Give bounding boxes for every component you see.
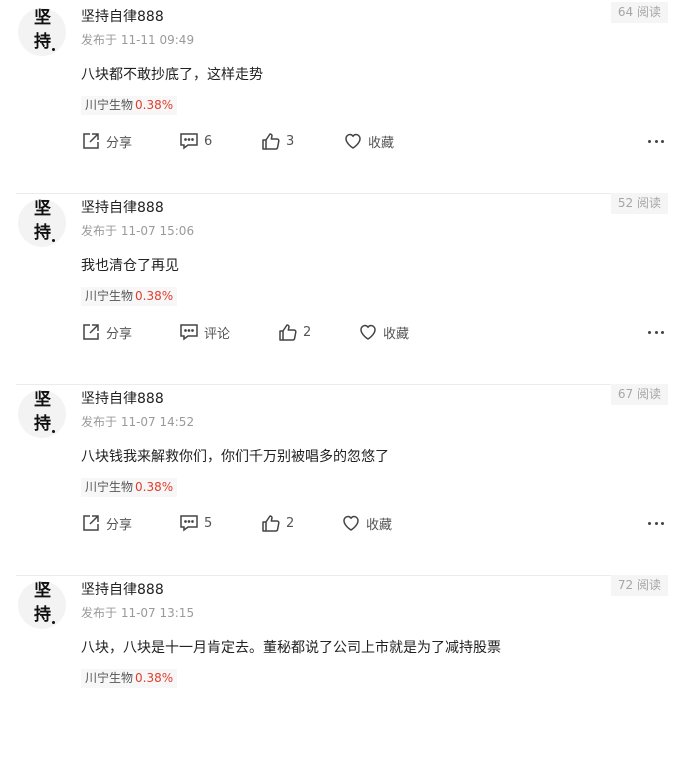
post-card: 坚 持 坚持自律888 发布于 11-07 13:15 72 阅读 八块，八块是…: [16, 575, 668, 766]
share-icon: [83, 324, 99, 340]
favorite-button[interactable]: 收藏: [343, 130, 394, 152]
like-count: 2: [286, 515, 295, 531]
author-name[interactable]: 坚持自律888: [81, 197, 164, 217]
stock-name: 川宁生物: [85, 289, 134, 303]
favorite-label: 收藏: [366, 517, 393, 533]
stock-name: 川宁生物: [85, 671, 134, 685]
avatar-dot: [52, 239, 55, 242]
comment-count: 6: [204, 133, 213, 149]
post-card: 坚 持 坚持自律888 发布于 11-11 09:49 64 阅读 八块都不敢抄…: [16, 2, 668, 194]
avatar-char: 持: [34, 414, 51, 434]
heart-icon: [360, 324, 376, 340]
favorite-button[interactable]: 收藏: [358, 321, 409, 343]
post-time: 发布于 11-07 14:52: [81, 415, 195, 429]
share-label: 分享: [106, 517, 133, 533]
more-dots-icon[interactable]: [648, 321, 664, 343]
stock-tag[interactable]: 川宁生物 0.38%: [81, 96, 178, 115]
share-label: 分享: [106, 135, 133, 151]
like-button[interactable]: 3: [261, 130, 294, 152]
heart-icon: [345, 133, 361, 149]
comment-button[interactable]: 6: [179, 130, 212, 152]
read-count-badge: 72 阅读: [610, 575, 668, 596]
post-time: 发布于 11-07 15:06: [81, 224, 195, 238]
avatar-dot: [52, 430, 55, 433]
avatar[interactable]: 坚 持: [18, 390, 66, 438]
share-label: 分享: [106, 326, 133, 342]
share-button[interactable]: 分享: [81, 130, 132, 152]
read-count-badge: 67 阅读: [610, 384, 668, 405]
post-time: 发布于 11-11 09:49: [81, 33, 195, 47]
avatar[interactable]: 坚 持: [18, 199, 66, 247]
comment-icon: [180, 515, 198, 532]
author-name[interactable]: 坚持自律888: [81, 579, 164, 599]
more-dots-icon[interactable]: [648, 512, 664, 534]
share-icon: [83, 515, 99, 531]
stock-tag[interactable]: 川宁生物 0.38%: [81, 669, 178, 688]
share-button[interactable]: 分享: [81, 512, 132, 534]
thumbs-up-icon: [279, 324, 297, 341]
thumbs-up-icon: [262, 133, 280, 150]
avatar-dot: [52, 621, 55, 624]
stock-name: 川宁生物: [85, 98, 134, 112]
avatar[interactable]: 坚 持: [18, 581, 66, 629]
favorite-button[interactable]: 收藏: [341, 512, 392, 534]
share-button[interactable]: 分享: [81, 321, 132, 343]
avatar-char: 坚: [34, 199, 51, 219]
stock-change: 0.38%: [135, 480, 174, 494]
favorite-label: 收藏: [383, 326, 410, 342]
comment-count: 评论: [204, 326, 231, 342]
comment-count: 5: [204, 515, 213, 531]
favorite-label: 收藏: [368, 135, 395, 151]
avatar[interactable]: 坚 持: [18, 8, 66, 56]
avatar-char: 坚: [34, 390, 51, 410]
more-dots-icon[interactable]: [648, 130, 664, 152]
comment-icon: [180, 133, 198, 150]
avatar-char: 持: [34, 605, 51, 625]
author-name[interactable]: 坚持自律888: [81, 388, 164, 408]
like-count: 2: [303, 324, 312, 340]
like-button[interactable]: 2: [278, 321, 311, 343]
avatar-char: 坚: [34, 8, 51, 28]
post-content[interactable]: 八块钱我来解救你们，你们千万别被唱多的忽悠了: [81, 446, 389, 466]
comment-button[interactable]: 5: [179, 512, 212, 534]
post-content[interactable]: 我也清仓了再见: [81, 255, 179, 275]
post-card: 坚 持 坚持自律888 发布于 11-07 14:52 67 阅读 八块钱我来解…: [16, 384, 668, 576]
comment-button[interactable]: 评论: [179, 321, 230, 343]
action-bar: 分享 6 3 收藏: [81, 130, 668, 152]
stock-change: 0.38%: [135, 98, 174, 112]
stock-tag[interactable]: 川宁生物 0.38%: [81, 287, 178, 306]
comment-icon: [180, 324, 198, 341]
thumbs-up-icon: [262, 515, 280, 532]
like-button[interactable]: 2: [261, 512, 294, 534]
read-count-badge: 64 阅读: [610, 2, 668, 23]
post-content[interactable]: 八块，八块是十一月肯定去。董秘都说了公司上市就是为了减持股票: [81, 637, 501, 657]
heart-icon: [343, 515, 359, 531]
post-card: 坚 持 坚持自律888 发布于 11-07 15:06 52 阅读 我也清仓了再…: [16, 193, 668, 385]
avatar-char: 坚: [34, 581, 51, 601]
like-count: 3: [286, 133, 295, 149]
stock-tag[interactable]: 川宁生物 0.38%: [81, 478, 178, 497]
stock-name: 川宁生物: [85, 480, 134, 494]
avatar-char: 持: [34, 32, 51, 52]
stock-change: 0.38%: [135, 289, 174, 303]
avatar-dot: [52, 48, 55, 51]
avatar-char: 持: [34, 223, 51, 243]
action-bar: 分享 5 2 收藏: [81, 512, 668, 534]
author-name[interactable]: 坚持自律888: [81, 6, 164, 26]
post-time: 发布于 11-07 13:15: [81, 606, 195, 620]
action-bar: 分享 评论 2 收藏: [81, 321, 668, 343]
read-count-badge: 52 阅读: [610, 193, 668, 214]
stock-change: 0.38%: [135, 671, 174, 685]
post-content[interactable]: 八块都不敢抄底了，这样走势: [81, 64, 263, 84]
share-icon: [83, 133, 99, 149]
